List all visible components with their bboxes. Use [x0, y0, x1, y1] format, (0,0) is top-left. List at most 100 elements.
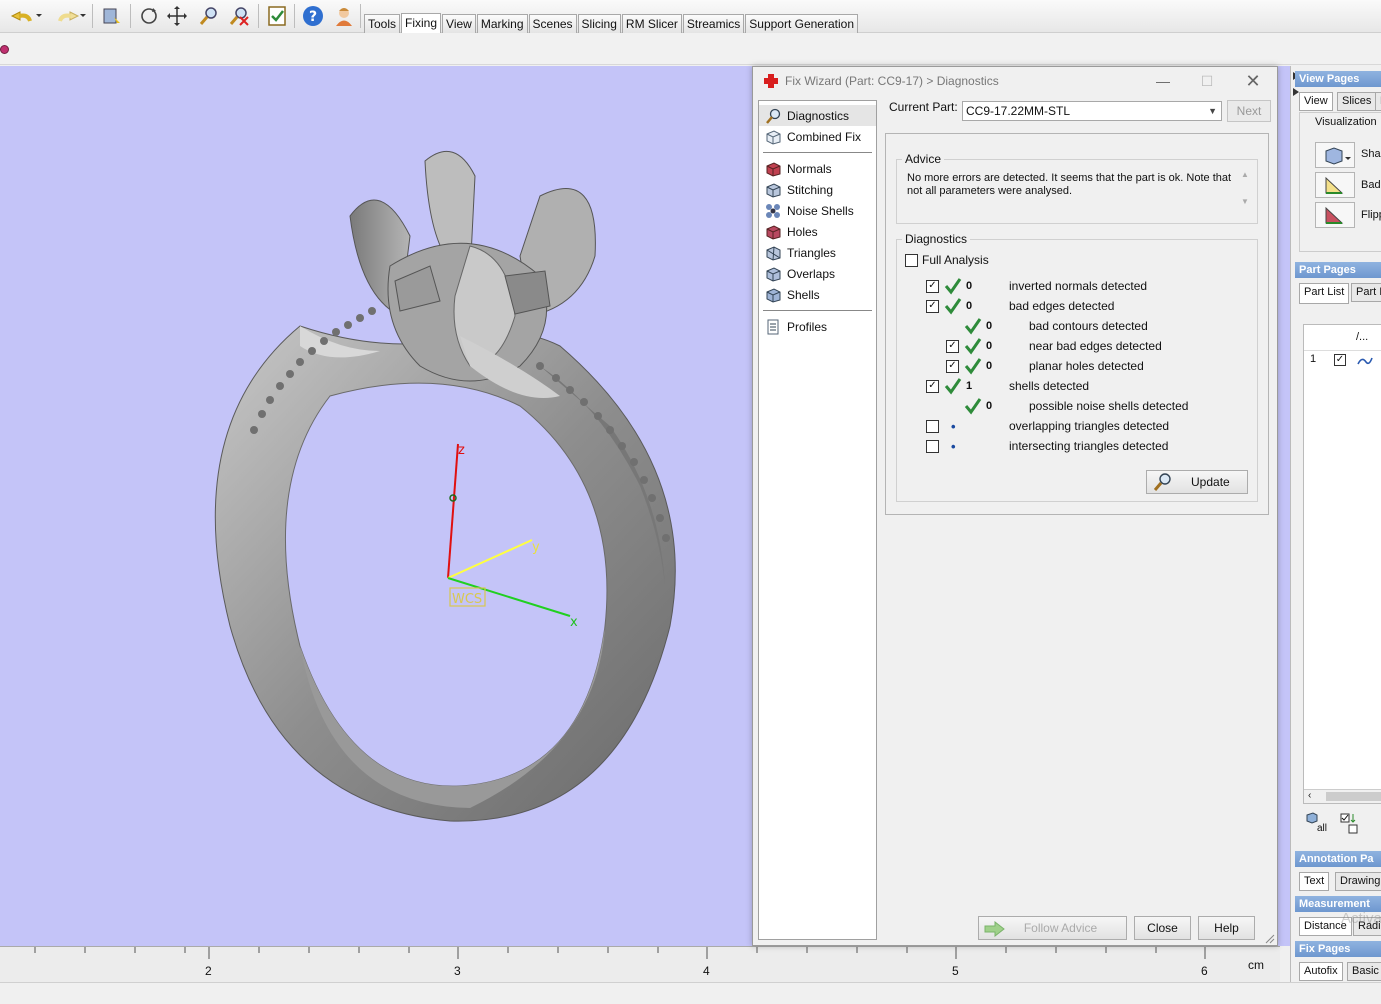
diagnostic-checkbox[interactable]: ✓: [926, 379, 939, 393]
diagnostic-checkbox[interactable]: ✓: [926, 279, 939, 293]
tab-slices-page[interactable]: Slices: [1337, 92, 1377, 111]
tab-streamics[interactable]: Streamics: [682, 14, 745, 33]
flipped-triangle-icon: [1325, 206, 1344, 224]
rotate-icon[interactable]: [136, 3, 162, 29]
shaded-view-button[interactable]: [1315, 142, 1355, 168]
horizontal-scrollbar[interactable]: ‹: [1304, 789, 1381, 803]
flipped-triangles-button[interactable]: [1315, 202, 1355, 228]
part-list-table: /... 1 ✓ ‹: [1303, 324, 1381, 804]
fix-pages-header[interactable]: Fix Pages: [1295, 941, 1381, 957]
advice-text: No more errors are detected. It seems th…: [907, 172, 1232, 197]
part-mesh-icon[interactable]: [1356, 354, 1374, 368]
full-analysis-checkbox[interactable]: [905, 253, 918, 267]
minimize-icon[interactable]: —: [1141, 69, 1185, 93]
tab-slicing[interactable]: Slicing: [577, 14, 621, 33]
next-button[interactable]: Next: [1227, 100, 1271, 122]
diagnostic-checkbox[interactable]: ✓: [946, 339, 959, 353]
nav-holes[interactable]: Holes: [759, 221, 876, 242]
select-all-button[interactable]: all: [1303, 811, 1329, 837]
main-toolbar: ? Tools Fixing View Marking Scenes Slici…: [0, 0, 1381, 33]
nav-combined-fix[interactable]: Combined Fix: [759, 126, 876, 147]
holes-icon: [766, 224, 781, 240]
tab-view[interactable]: View: [442, 14, 476, 33]
diagnostic-row: • overlapping triangles detected: [886, 416, 1266, 436]
diagnostic-row: ✓ 0 inverted normals detected: [886, 276, 1266, 296]
help-button[interactable]: Help: [1198, 916, 1255, 940]
activate-watermark: Activate: [1341, 910, 1381, 927]
maximize-icon[interactable]: ☐: [1185, 69, 1229, 93]
tab-view-page[interactable]: View: [1299, 92, 1333, 111]
advice-scrollbar[interactable]: ▲ ▼: [1239, 170, 1251, 216]
zoom-icon[interactable]: [196, 3, 222, 29]
tab-n-page[interactable]: N: [1375, 92, 1381, 111]
ruler-tick-5: 5: [952, 964, 959, 978]
diagnostic-checkbox[interactable]: ✓: [946, 359, 959, 373]
diagnostics-legend: Diagnostics: [905, 232, 968, 246]
triangles-icon: [766, 245, 781, 261]
diagnostic-row: ✓ 0 near bad edges detected: [886, 336, 1266, 356]
undo-icon[interactable]: [4, 3, 44, 29]
ribbon-tabs: Tools Fixing View Marking Scenes Slicing…: [364, 13, 859, 33]
diagnostic-checkbox[interactable]: ✓: [926, 299, 939, 313]
part-pages-header[interactable]: Part Pages: [1295, 262, 1381, 278]
diagnostic-row: ✓ 0 bad edges detected: [886, 296, 1266, 316]
toggle-checks-button[interactable]: [1339, 812, 1361, 836]
close-icon[interactable]: ✕: [1231, 69, 1275, 93]
dialog-title: Fix Wizard (Part: CC9-17) > Diagnostics: [785, 74, 999, 88]
tab-rm-slicer[interactable]: RM Slicer: [621, 14, 682, 33]
update-button[interactable]: Update: [1146, 470, 1248, 494]
pan-icon[interactable]: [164, 3, 190, 29]
nav-stitching[interactable]: Stitching: [759, 179, 876, 200]
current-part-select[interactable]: CC9-17.22MM-STL ▼: [962, 101, 1222, 121]
diagnostic-count: 0: [986, 320, 993, 332]
diagnostic-checkbox[interactable]: [926, 419, 939, 433]
tab-fixing[interactable]: Fixing: [401, 13, 442, 33]
advice-legend: Advice: [905, 152, 942, 166]
checklist-icon[interactable]: [264, 3, 290, 29]
close-button[interactable]: Close: [1134, 916, 1191, 940]
redo-icon[interactable]: [48, 3, 88, 29]
annotation-pages-header[interactable]: Annotation Pa: [1295, 851, 1381, 867]
tab-text[interactable]: Text: [1299, 872, 1330, 891]
zoom-fit-icon[interactable]: [226, 3, 252, 29]
diagnostic-count: 0: [966, 280, 973, 292]
checkmark-icon: [944, 378, 962, 395]
nav-diagnostics[interactable]: Diagnostics: [759, 105, 876, 126]
diagnostic-label: shells detected: [1009, 379, 1090, 393]
help-icon[interactable]: ?: [300, 3, 326, 29]
nav-shells[interactable]: Shells: [759, 284, 876, 305]
nav-noise-shells[interactable]: Noise Shells: [759, 200, 876, 221]
part-visible-checkbox[interactable]: ✓: [1334, 354, 1346, 366]
wcs-label: WCS: [452, 592, 482, 607]
tab-basic[interactable]: Basic: [1347, 962, 1381, 981]
tab-scenes[interactable]: Scenes: [528, 14, 577, 33]
tab-support-generation[interactable]: Support Generation: [745, 14, 859, 33]
record-indicator-icon[interactable]: [0, 45, 9, 54]
full-analysis-row: Full Analysis: [905, 250, 989, 270]
secondary-toolbar: [0, 33, 1381, 65]
nav-normals[interactable]: Normals: [759, 158, 876, 179]
resize-grip-icon[interactable]: [1265, 933, 1275, 944]
assistant-icon[interactable]: [331, 3, 357, 29]
ruler-tick-3: 3: [454, 964, 461, 978]
tab-tools[interactable]: Tools: [364, 14, 401, 33]
tab-part-info[interactable]: Part I: [1351, 283, 1381, 302]
tab-marking[interactable]: Marking: [476, 14, 528, 33]
tab-autofix[interactable]: Autofix: [1299, 962, 1343, 981]
follow-advice-button[interactable]: Follow Advice: [978, 916, 1127, 940]
nav-profiles[interactable]: Profiles: [759, 316, 876, 337]
diagnostic-row: 0 possible noise shells detected: [886, 396, 1266, 416]
view-pages-header[interactable]: View Pages: [1295, 71, 1381, 87]
tab-drawing[interactable]: Drawing: [1335, 872, 1381, 891]
nav-overlaps[interactable]: Overlaps: [759, 263, 876, 284]
noise-shells-icon: [766, 203, 780, 218]
diagnostic-row: • intersecting triangles detected: [886, 436, 1266, 456]
diagnostic-checkbox[interactable]: [926, 439, 939, 453]
diagnostic-label: bad contours detected: [1029, 319, 1148, 333]
tab-part-list[interactable]: Part List: [1299, 283, 1350, 304]
magnifier-icon: [1153, 473, 1171, 491]
nav-triangles[interactable]: Triangles: [759, 242, 876, 263]
full-analysis-label: Full Analysis: [922, 253, 989, 267]
import-part-icon[interactable]: [98, 3, 124, 29]
bad-edges-button[interactable]: [1315, 172, 1355, 198]
